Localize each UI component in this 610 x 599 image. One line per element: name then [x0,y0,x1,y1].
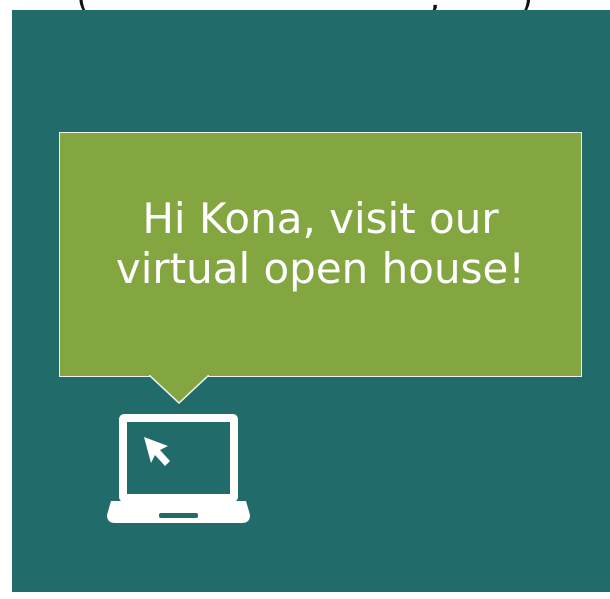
teal-panel: Hi Kona, visit our virtual open house! [12,10,610,592]
message-line-1: Hi Kona, visit our [142,193,499,243]
invitation-message: Hi Kona, visit our virtual open house! [91,194,551,294]
page: ( , ) Hi Kona, visit our virtual open ho… [0,0,610,599]
message-line-2: virtual open house! [115,243,526,293]
speech-bubble-tail [149,375,209,404]
laptop-icon [107,414,250,523]
speech-bubble: Hi Kona, visit our virtual open house! [59,132,582,377]
